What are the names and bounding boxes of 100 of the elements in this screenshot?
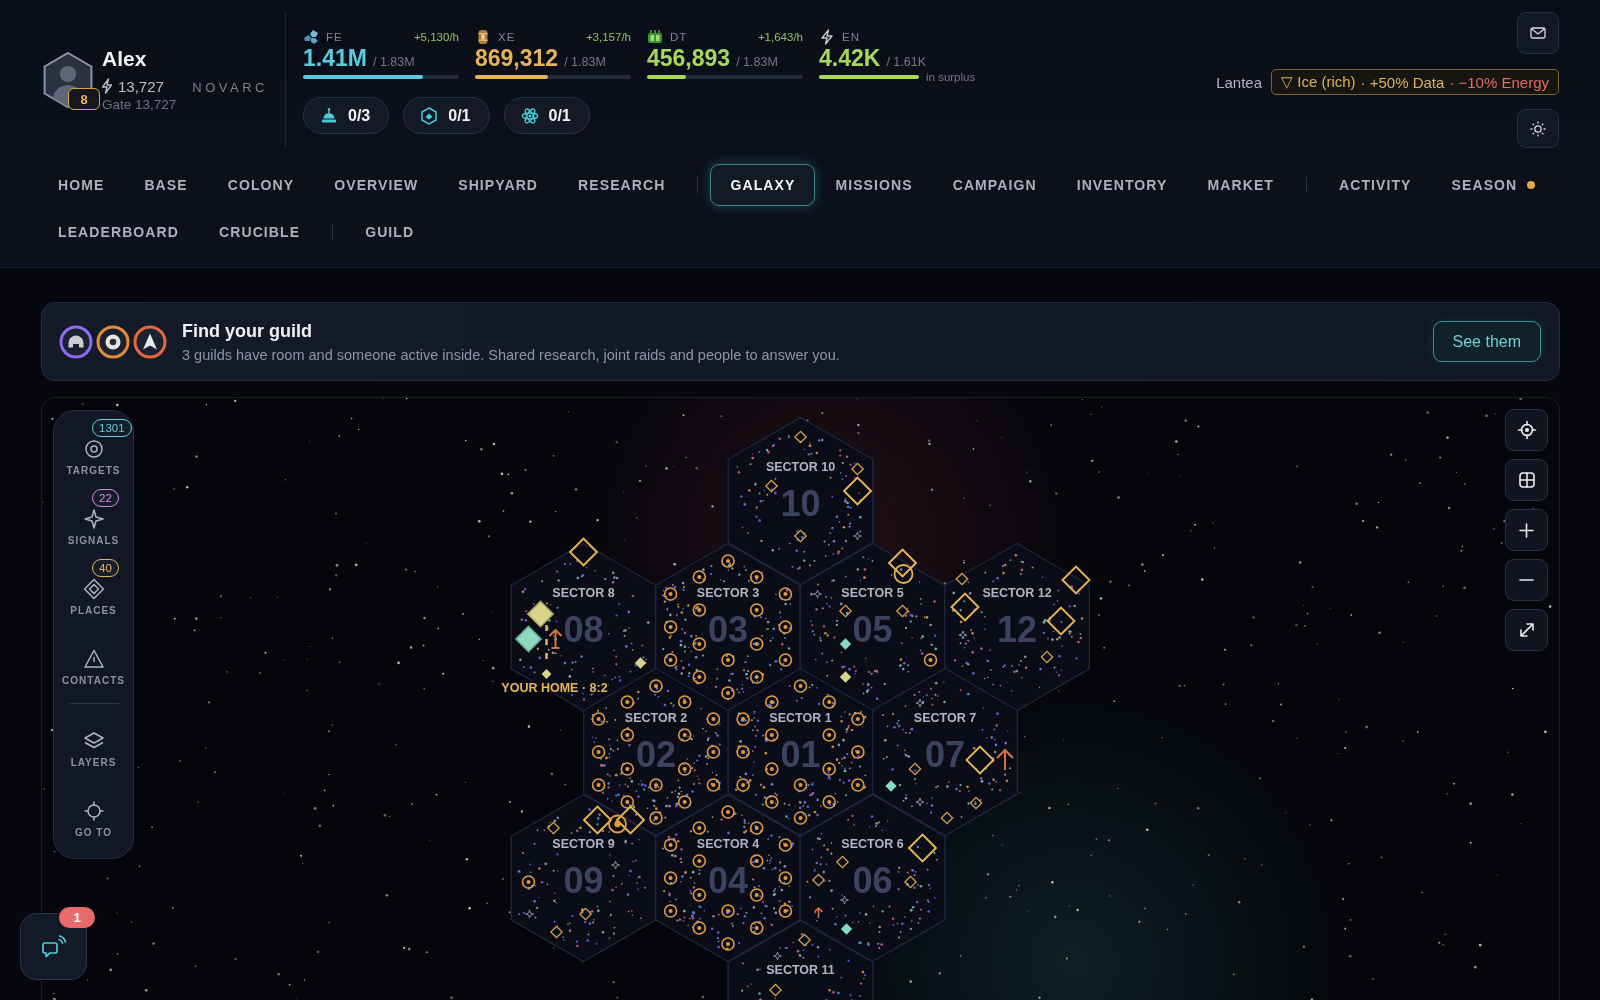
diamond-icon[interactable] <box>842 476 873 506</box>
orb-emblem-icon[interactable] <box>96 324 130 359</box>
nav-tab[interactable]: COLONY <box>207 164 315 206</box>
zoom-in-button[interactable] <box>1505 509 1548 551</box>
nav-tab[interactable]: HOME <box>38 164 125 206</box>
target-icon[interactable] <box>749 637 764 651</box>
target-icon[interactable] <box>692 570 707 584</box>
see-guilds-button[interactable]: See them <box>1432 321 1541 362</box>
target-icon[interactable] <box>692 603 707 617</box>
target-icon[interactable] <box>663 653 678 667</box>
goto-tool-button[interactable]: GO TO <box>54 785 133 844</box>
target-icon[interactable] <box>663 904 678 918</box>
ring-icon[interactable] <box>893 564 914 584</box>
target-icon[interactable] <box>620 695 635 709</box>
target-icon[interactable] <box>706 745 721 759</box>
layers-tool-button[interactable]: LAYERS <box>54 715 133 774</box>
diamond-icon[interactable] <box>969 796 983 810</box>
target-icon[interactable] <box>721 554 735 568</box>
diamond-icon[interactable] <box>568 537 599 567</box>
diamond-icon[interactable] <box>895 604 910 618</box>
target-icon[interactable] <box>608 814 627 834</box>
target-icon[interactable] <box>851 745 865 759</box>
target-icon[interactable] <box>765 762 779 776</box>
nav-tab[interactable]: OVERVIEW <box>314 164 439 206</box>
nav-tab[interactable]: BASE <box>124 164 208 206</box>
sector-hex[interactable] <box>944 542 1090 712</box>
target-icon[interactable] <box>765 795 779 809</box>
target-icon[interactable] <box>663 838 678 852</box>
target-icon[interactable] <box>793 778 808 792</box>
diamond-icon[interactable] <box>965 745 995 775</box>
diamond-icon[interactable] <box>541 669 552 679</box>
target-icon[interactable] <box>749 670 764 684</box>
target-icon[interactable] <box>677 695 692 709</box>
diamond-icon[interactable] <box>903 875 918 889</box>
target-icon[interactable] <box>706 778 721 792</box>
arrow-icon[interactable] <box>548 628 563 649</box>
diamond-icon[interactable] <box>839 671 852 683</box>
contacts-tool-button[interactable]: CONTACTS <box>54 633 133 692</box>
diamond-icon[interactable] <box>797 933 812 947</box>
target-icon[interactable] <box>721 937 735 951</box>
diamond-icon[interactable] <box>514 625 543 653</box>
diamond-icon[interactable] <box>1061 565 1091 595</box>
target-icon[interactable] <box>778 838 793 852</box>
target-icon[interactable] <box>851 778 865 792</box>
target-icon[interactable] <box>822 728 836 742</box>
fullscreen-button[interactable] <box>1505 609 1548 651</box>
target-icon[interactable] <box>851 712 865 726</box>
arrow-icon[interactable] <box>813 906 824 919</box>
diamond-icon[interactable] <box>908 762 922 776</box>
target-icon[interactable] <box>721 805 735 819</box>
target-icon[interactable] <box>677 795 692 809</box>
nav-tab[interactable]: SHIPYARD <box>438 164 559 206</box>
target-icon[interactable] <box>721 686 735 700</box>
target-icon[interactable] <box>923 653 938 667</box>
nav-tab[interactable]: CRUCIBLE <box>199 211 321 253</box>
target-icon[interactable] <box>778 587 793 601</box>
target-icon[interactable] <box>749 921 764 935</box>
target-icon[interactable] <box>692 921 707 935</box>
diamond-icon[interactable] <box>811 873 826 887</box>
mail-button[interactable] <box>1517 12 1559 54</box>
diamond-icon[interactable] <box>615 805 646 835</box>
target-icon[interactable] <box>736 778 750 792</box>
target-icon[interactable] <box>721 653 735 667</box>
nav-tab[interactable]: INVENTORY <box>1056 164 1188 206</box>
target-icon[interactable] <box>749 570 764 584</box>
target-icon[interactable] <box>591 778 606 792</box>
target-icon[interactable] <box>749 854 764 868</box>
target-icon[interactable] <box>677 762 692 776</box>
target-icon[interactable] <box>822 762 836 776</box>
diamond-icon[interactable] <box>950 592 980 622</box>
target-icon[interactable] <box>793 679 808 693</box>
target-icon[interactable] <box>692 821 707 835</box>
target-icon[interactable] <box>692 888 707 902</box>
target-icon[interactable] <box>591 745 606 759</box>
target-icon[interactable] <box>749 821 764 835</box>
diamond-icon[interactable] <box>793 430 808 444</box>
helmet-emblem-icon[interactable] <box>59 324 93 359</box>
target-icon[interactable] <box>793 811 808 825</box>
sector-hex[interactable] <box>727 919 874 1000</box>
diamond-icon[interactable] <box>1046 606 1076 636</box>
target-icon[interactable] <box>649 811 663 825</box>
nav-tab[interactable]: MISSIONS <box>815 164 933 206</box>
locate-button[interactable] <box>1505 409 1548 451</box>
target-icon[interactable] <box>749 888 764 902</box>
target-icon[interactable] <box>692 854 707 868</box>
target-icon[interactable] <box>649 778 663 792</box>
sector-hex[interactable] <box>510 793 657 963</box>
sector-hex[interactable] <box>872 667 1018 837</box>
target-icon[interactable] <box>822 695 836 709</box>
diamond-icon[interactable] <box>850 462 865 476</box>
nav-tab[interactable]: ACTIVITY <box>1318 164 1432 206</box>
target-icon[interactable] <box>778 904 793 918</box>
diamond-icon[interactable] <box>546 821 561 835</box>
target-icon[interactable] <box>749 603 764 617</box>
target-icon[interactable] <box>822 795 836 809</box>
target-icon[interactable] <box>663 587 678 601</box>
target-icon[interactable] <box>692 637 707 651</box>
slot-counter-button[interactable]: 0/1 <box>403 97 490 134</box>
diamond-icon[interactable] <box>793 529 808 543</box>
target-icon[interactable] <box>765 695 779 709</box>
